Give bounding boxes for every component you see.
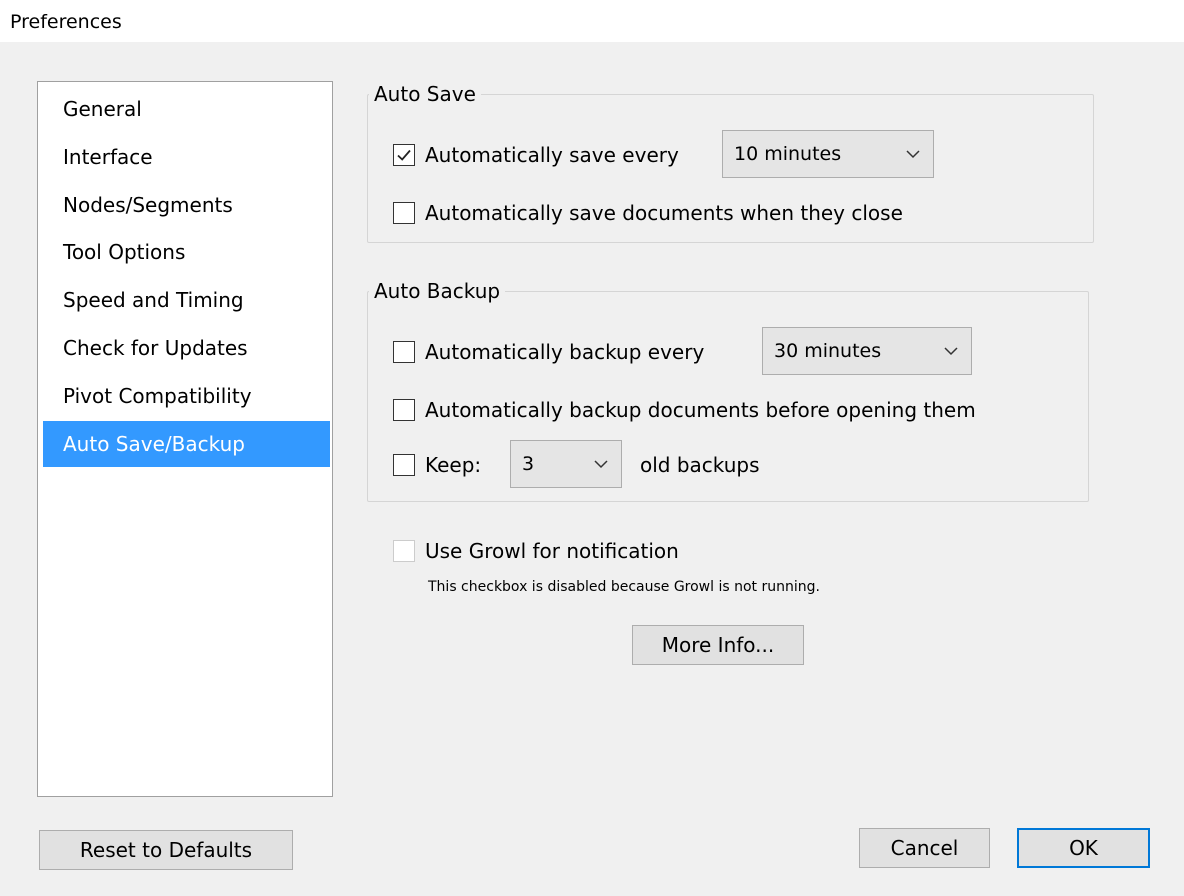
keep-backups-checkbox[interactable] [393, 454, 415, 476]
category-list[interactable]: General Interface Nodes/Segments Tool Op… [37, 81, 333, 797]
auto-save-interval-dropdown[interactable]: 10 minutes [722, 130, 934, 178]
auto-save-on-close-row: Automatically save documents when they c… [393, 198, 903, 228]
chevron-down-icon [594, 460, 608, 469]
auto-save-group-label: Auto Save [369, 82, 481, 106]
auto-backup-every-checkbox[interactable] [393, 341, 415, 363]
old-backups-row: old backups [640, 450, 760, 480]
checkmark-icon [397, 149, 411, 161]
preferences-window: Preferences General Interface Nodes/Segm… [0, 0, 1184, 896]
category-tool-options[interactable]: Tool Options [43, 229, 330, 275]
keep-count-value: 3 [522, 453, 535, 475]
auto-backup-interval-value: 30 minutes [774, 340, 882, 362]
reset-to-defaults-button[interactable]: Reset to Defaults [39, 830, 293, 870]
chevron-down-icon [906, 150, 920, 159]
old-backups-label: old backups [640, 453, 760, 477]
auto-save-on-close-label: Automatically save documents when they c… [425, 201, 903, 225]
auto-save-interval-value: 10 minutes [734, 143, 842, 165]
keep-count-dropdown[interactable]: 3 [510, 440, 622, 488]
auto-save-every-label: Automatically save every [425, 143, 679, 167]
title-bar: Preferences [0, 0, 1184, 42]
keep-label: Keep: [425, 453, 482, 477]
keep-backups-row: Keep: [393, 450, 481, 480]
window-title: Preferences [10, 11, 122, 33]
category-auto-save-backup[interactable]: Auto Save/Backup [43, 421, 330, 467]
more-info-button[interactable]: More Info... [632, 625, 804, 665]
auto-backup-every-row: Automatically backup every [393, 337, 704, 367]
growl-row: Use Growl for notification [393, 536, 679, 566]
category-general[interactable]: General [43, 86, 330, 132]
auto-backup-before-open-label: Automatically backup documents before op… [425, 398, 976, 422]
category-nodes-segments[interactable]: Nodes/Segments [43, 182, 330, 228]
growl-disabled-note: This checkbox is disabled because Growl … [428, 579, 820, 595]
category-pivot-compatibility[interactable]: Pivot Compatibility [43, 373, 330, 419]
auto-save-every-row: Automatically save every [393, 140, 679, 170]
cancel-button[interactable]: Cancel [859, 828, 990, 868]
ok-button[interactable]: OK [1017, 828, 1150, 868]
category-check-for-updates[interactable]: Check for Updates [43, 325, 330, 371]
category-interface[interactable]: Interface [43, 134, 330, 180]
auto-backup-interval-dropdown[interactable]: 30 minutes [762, 327, 972, 375]
auto-save-on-close-checkbox[interactable] [393, 202, 415, 224]
growl-label: Use Growl for notification [425, 539, 679, 563]
growl-checkbox[interactable] [393, 540, 415, 562]
auto-backup-every-label: Automatically backup every [425, 340, 705, 364]
auto-backup-group-label: Auto Backup [369, 279, 506, 303]
chevron-down-icon [944, 347, 958, 356]
auto-backup-before-open-checkbox[interactable] [393, 399, 415, 421]
auto-save-every-checkbox[interactable] [393, 144, 415, 166]
auto-backup-before-open-row: Automatically backup documents before op… [393, 395, 976, 425]
category-speed-and-timing[interactable]: Speed and Timing [43, 277, 330, 323]
